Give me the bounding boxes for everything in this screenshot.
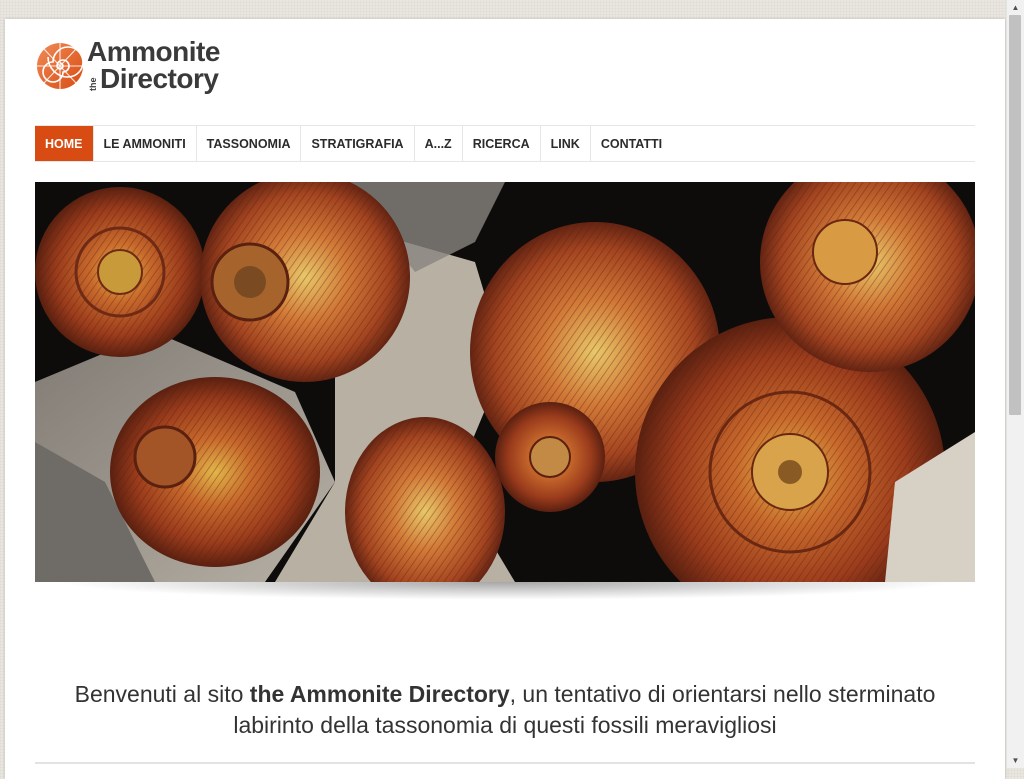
welcome-site-name: the Ammonite Directory [249, 681, 510, 707]
site-logo[interactable]: Ammonite the Directory [35, 35, 247, 97]
welcome-message: Benvenuti al sito the Ammonite Directory… [35, 679, 975, 741]
logo-word-the: the [88, 77, 98, 92]
nav-item-home[interactable]: HOME [35, 126, 94, 161]
scroll-up-arrow-icon[interactable]: ▲ [1007, 0, 1024, 15]
hero-shadow [55, 582, 955, 600]
nav-item-ricerca[interactable]: RICERCA [463, 126, 541, 161]
main-navigation: HOME LE AMMONITI TASSONOMIA STRATIGRAFIA… [35, 125, 975, 162]
shell-bottom-left [110, 377, 320, 567]
vertical-scrollbar[interactable]: ▲ ▼ [1006, 0, 1024, 768]
hero-banner [35, 182, 975, 600]
nav-item-link[interactable]: LINK [541, 126, 591, 161]
logo-word-directory: Directory [100, 63, 219, 94]
page-container: Ammonite the Directory HOME LE AMMONITI … [5, 19, 1005, 779]
ammonite-shell-icon [37, 43, 84, 89]
ammonite-fossils-image [35, 182, 975, 582]
nav-item-a-z[interactable]: A...Z [415, 126, 463, 161]
hero-image [35, 182, 975, 582]
scroll-down-arrow-icon[interactable]: ▼ [1007, 753, 1024, 768]
nav-item-tassonomia[interactable]: TASSONOMIA [197, 126, 302, 161]
nav-item-contatti[interactable]: CONTATTI [591, 126, 672, 161]
welcome-prefix: Benvenuti al sito [74, 681, 250, 707]
shell-top-left [35, 187, 205, 357]
scrollbar-thumb[interactable] [1009, 15, 1021, 415]
content-divider [35, 762, 975, 764]
nav-item-le-ammoniti[interactable]: LE AMMONITI [94, 126, 197, 161]
nav-item-stratigrafia[interactable]: STRATIGRAFIA [301, 126, 415, 161]
logo-wordmark: Ammonite the Directory [87, 35, 247, 97]
